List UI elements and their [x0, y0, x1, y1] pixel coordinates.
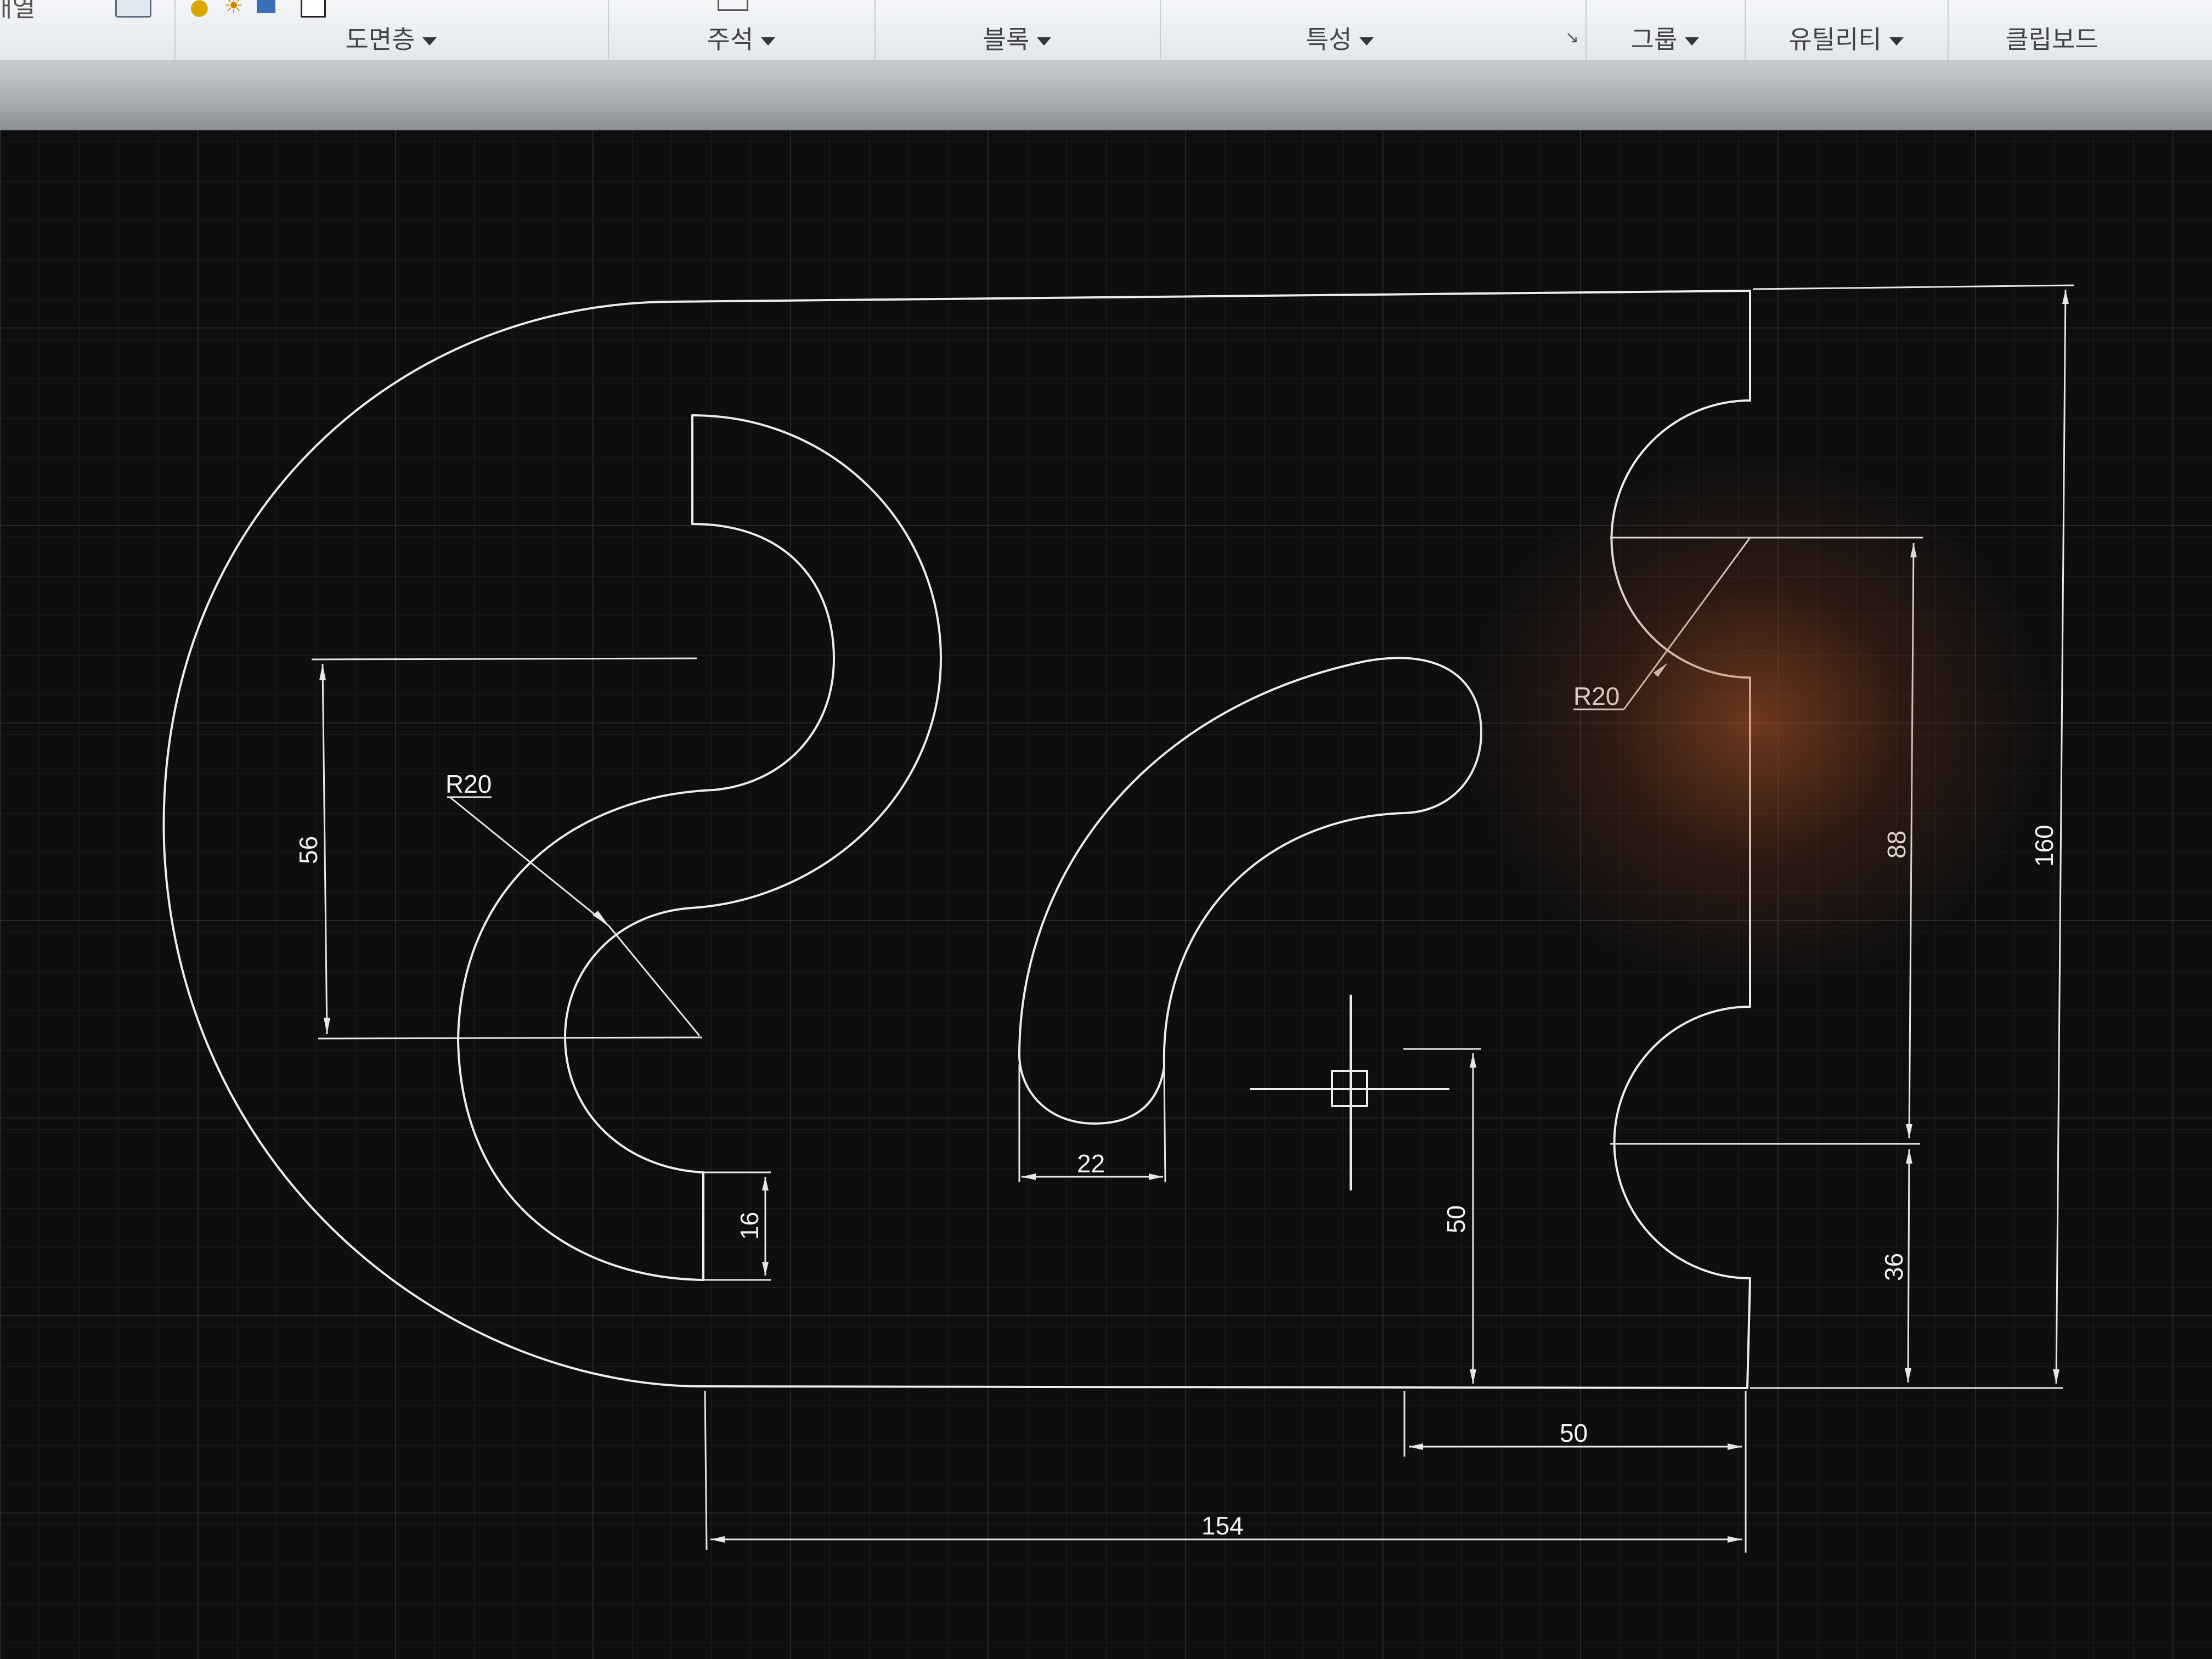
dim-r20-right[interactable]: R20 — [1573, 682, 1620, 710]
ribbon-panel-clipboard[interactable]: 클립보드 — [1948, 0, 2156, 60]
dim-154[interactable]: 154 — [1201, 1511, 1244, 1540]
layer-color-swatch[interactable] — [301, 0, 326, 18]
grid — [0, 130, 2212, 1659]
drawing-canvas[interactable]: R20 56 16 22 50 50 154 88 36 160 R20 — [0, 130, 2212, 1659]
file-tab-bar — [0, 61, 2212, 130]
ribbon-panel-properties[interactable]: 특성 ↘ — [1160, 0, 1587, 60]
sun-icon[interactable]: ☀ — [224, 0, 244, 19]
chevron-down-icon — [1359, 37, 1374, 46]
chevron-down-icon — [422, 37, 437, 46]
lightbulb-icon[interactable]: ● — [190, 0, 209, 20]
panel-launcher-icon[interactable]: ↘ — [1565, 28, 1579, 47]
chevron-down-icon — [1037, 37, 1052, 46]
dim-22[interactable]: 22 — [1077, 1149, 1105, 1178]
ribbon-fragment-label: 배열 — [0, 0, 36, 22]
panel-title-block[interactable]: 블록 — [874, 20, 1160, 56]
ribbon: 배열 ● ☀ 도면층 주석 블록 특성 ↘ 그룹 유틸리티 클립보드 — [0, 0, 2212, 61]
panel-title-group[interactable]: 그룹 — [1585, 20, 1745, 56]
match-properties-icon[interactable] — [115, 0, 151, 18]
dim-36[interactable]: 36 — [1880, 1253, 1908, 1281]
lock-icon[interactable] — [257, 0, 275, 13]
chevron-down-icon — [761, 37, 776, 46]
ribbon-panel-utilities[interactable]: 유틸리티 — [1745, 0, 1949, 60]
panel-title-utilities[interactable]: 유틸리티 — [1745, 20, 1948, 56]
dim-56[interactable]: 56 — [294, 836, 323, 864]
ribbon-panel-layers[interactable]: ● ☀ 도면층 — [174, 0, 609, 60]
panel-title-properties[interactable]: 특성 — [1160, 20, 1520, 56]
ribbon-panel-group[interactable]: 그룹 — [1585, 0, 1746, 60]
ribbon-panel-annotation[interactable]: 주석 — [608, 0, 876, 60]
dim-50-vertical[interactable]: 50 — [1442, 1205, 1470, 1233]
panel-title-clipboard[interactable]: 클립보드 — [1948, 20, 2156, 56]
panel-title-annotation[interactable]: 주석 — [608, 20, 874, 56]
dim-16[interactable]: 16 — [735, 1212, 764, 1240]
dim-160[interactable]: 160 — [2030, 825, 2058, 867]
ribbon-panel-modify[interactable]: 배열 — [0, 0, 176, 60]
dim-88[interactable]: 88 — [1882, 831, 1911, 859]
ribbon-panel-block[interactable]: 블록 — [874, 0, 1161, 60]
panel-title-layers[interactable]: 도면층 — [174, 20, 608, 56]
chevron-down-icon — [1685, 37, 1700, 46]
drawing-svg[interactable]: R20 56 16 22 50 50 154 88 36 160 R20 — [0, 130, 2212, 1659]
dim-50-horizontal[interactable]: 50 — [1560, 1419, 1588, 1447]
autocad-window: 배열 ● ☀ 도면층 주석 블록 특성 ↘ 그룹 유틸리티 클립보드 R20 5… — [0, 0, 2212, 1659]
chevron-down-icon — [1889, 37, 1904, 46]
table-icon[interactable] — [718, 0, 748, 11]
dim-r20-left[interactable]: R20 — [445, 770, 492, 798]
